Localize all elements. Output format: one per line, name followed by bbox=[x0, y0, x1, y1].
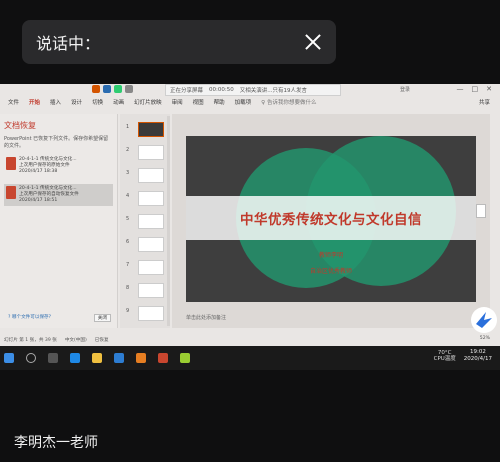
slide-count: 幻灯片 第 1 张，共 39 张 bbox=[4, 338, 57, 343]
shared-screen: 正在分享屏幕 00:00:50 又相关演讲...只有19人发言 登录 — □ ✕… bbox=[0, 84, 500, 370]
slide-subtitle: 自治区优秀教师 bbox=[309, 268, 352, 275]
slide-thumbnail[interactable] bbox=[138, 168, 164, 183]
thumb-number: 1 bbox=[126, 124, 130, 130]
current-slide[interactable]: 中华优秀传统文化与文化自信 教师李明 自治区优秀教师 bbox=[186, 136, 476, 302]
cpu-temp: 70°C CPU温度 bbox=[434, 350, 456, 363]
keyboard-icon[interactable] bbox=[125, 85, 133, 93]
language[interactable]: 中文(中国) bbox=[65, 337, 87, 343]
tab-home[interactable]: 开始 bbox=[29, 98, 40, 106]
tab-animations[interactable]: 动画 bbox=[113, 98, 124, 106]
zoom-level[interactable]: 52% bbox=[480, 336, 490, 341]
tab-review[interactable]: 审阅 bbox=[172, 98, 183, 106]
ppt-titlebar: 正在分享屏幕 00:00:50 又相关演讲...只有19人发言 登录 — □ ✕ bbox=[0, 84, 500, 96]
file-date: 2020/4/17 18:51 bbox=[19, 197, 58, 203]
edge-icon[interactable] bbox=[70, 353, 80, 363]
share-button[interactable]: 共享 bbox=[479, 98, 490, 106]
file-date: 2020/4/17 18:38 bbox=[19, 169, 58, 175]
speaking-label: 说话中： bbox=[36, 34, 101, 53]
temp-label: CPU温度 bbox=[433, 356, 456, 363]
thumb-number: 7 bbox=[126, 262, 130, 268]
slide-thumbnail[interactable] bbox=[138, 214, 164, 229]
recovery-close-button[interactable]: 关闭 bbox=[93, 314, 111, 322]
slide-thumbnails: 1 2 3 4 5 6 7 8 9 bbox=[120, 114, 170, 328]
windows-taskbar: 70°C CPU温度 19:02 2020/4/17 bbox=[0, 346, 500, 370]
file-name: 20-4-1-1 传统文化与文化... bbox=[19, 185, 77, 191]
slide-thumbnail[interactable] bbox=[138, 306, 164, 321]
thumb-number: 6 bbox=[126, 239, 130, 245]
tab-view[interactable]: 视图 bbox=[193, 98, 204, 106]
tab-help[interactable]: 帮助 bbox=[214, 98, 225, 106]
powerpoint-icon[interactable] bbox=[158, 353, 168, 363]
app-icon[interactable] bbox=[136, 353, 146, 363]
recovery-intro: PowerPoint 已恢复下列文件。保存你希望保留的文件。 bbox=[4, 136, 109, 149]
store-icon[interactable] bbox=[114, 353, 124, 363]
status-bar: 幻灯片 第 1 张，共 39 张 中文(中国) 已恢复 52% bbox=[0, 336, 500, 344]
tab-addins[interactable]: 加载项 bbox=[235, 98, 252, 106]
quick-access-toolbar bbox=[92, 85, 133, 93]
pptx-file-icon bbox=[6, 157, 16, 170]
windows-start-icon[interactable] bbox=[4, 353, 14, 363]
thumb-number: 5 bbox=[126, 216, 130, 222]
meeting-app-logo-icon bbox=[471, 307, 497, 333]
thumb-number: 9 bbox=[126, 308, 130, 314]
folder-icon[interactable] bbox=[92, 353, 102, 363]
meeting-strip: 正在分享屏幕 00:00:50 又相关演讲...只有19人发言 bbox=[165, 84, 341, 96]
slide-title: 中华优秀传统文化与文化自信 bbox=[240, 212, 422, 228]
minimize-icon[interactable]: — bbox=[457, 85, 464, 93]
slide-thumbnail[interactable] bbox=[138, 191, 164, 206]
tab-transitions[interactable]: 切换 bbox=[92, 98, 103, 106]
thumb-number: 3 bbox=[126, 170, 130, 176]
tab-slideshow[interactable]: 幻灯片放映 bbox=[134, 98, 162, 106]
slide-thumbnail[interactable] bbox=[138, 237, 164, 252]
thumb-number: 8 bbox=[126, 285, 130, 291]
slide-thumbnail[interactable] bbox=[138, 145, 164, 160]
sharing-status: 正在分享屏幕 bbox=[170, 88, 204, 94]
meeting-timer: 00:00:50 bbox=[209, 87, 234, 93]
tab-design[interactable]: 设计 bbox=[71, 98, 82, 106]
close-icon[interactable] bbox=[304, 33, 322, 51]
task-view-icon[interactable] bbox=[48, 353, 58, 363]
window-controls: — □ ✕ bbox=[457, 85, 493, 93]
wechat-icon[interactable] bbox=[180, 353, 190, 363]
bookmark-icon[interactable] bbox=[476, 204, 486, 218]
tell-me-search[interactable]: ♀ 告诉我你想要做什么 bbox=[261, 98, 316, 106]
which-file-link[interactable]: ? 哪个文件可以保存? bbox=[8, 314, 51, 320]
clock[interactable]: 19:02 2020/4/17 bbox=[464, 349, 492, 363]
slide-editor: 中华优秀传统文化与文化自信 教师李明 自治区优秀教师 单击此处添加备注 bbox=[172, 114, 490, 328]
slide-thumbnail[interactable] bbox=[138, 283, 164, 298]
login-link[interactable]: 登录 bbox=[400, 86, 410, 93]
date: 2020/4/17 bbox=[463, 356, 492, 363]
recovered-status: 已恢复 bbox=[94, 338, 109, 343]
slide-thumbnail[interactable] bbox=[138, 260, 164, 275]
document-recovery-pane: 文档恢复 PowerPoint 已恢复下列文件。保存你希望保留的文件。 20-4… bbox=[0, 114, 118, 328]
input-method-icon[interactable] bbox=[103, 85, 111, 93]
recovery-file[interactable]: 20-4-1-1 传统文化与文化... 上次用户保存的原始文件 2020/4/1… bbox=[4, 155, 113, 178]
speaking-overlay: 说话中： bbox=[22, 20, 336, 64]
thumb-number: 4 bbox=[126, 193, 130, 199]
window-close-icon[interactable]: ✕ bbox=[486, 85, 492, 93]
slide-thumbnail[interactable] bbox=[138, 122, 164, 137]
recovery-title: 文档恢复 bbox=[4, 121, 36, 130]
meeting-status: 又相关演讲...只有19人发言 bbox=[239, 88, 307, 94]
app-logo-icon bbox=[92, 85, 100, 93]
maximize-icon[interactable]: □ bbox=[472, 85, 479, 93]
mic-icon[interactable] bbox=[114, 85, 122, 93]
notes-placeholder[interactable]: 单击此处添加备注 bbox=[186, 314, 226, 321]
thumb-number: 2 bbox=[126, 147, 130, 153]
search-icon[interactable] bbox=[26, 353, 36, 363]
system-tray: 70°C CPU温度 19:02 2020/4/17 bbox=[434, 349, 492, 363]
time: 19:02 bbox=[469, 349, 486, 355]
ribbon-tabs: 文件 开始 插入 设计 切换 动画 幻灯片放映 审阅 视图 帮助 加载项 ♀ 告… bbox=[0, 97, 500, 107]
slide-subtitle: 教师李明 bbox=[318, 252, 343, 259]
recovery-file[interactable]: 20-4-1-1 传统文化与文化... 上次用户保存的自动恢复文件 2020/4… bbox=[4, 183, 113, 207]
thumbnail-scrollbar[interactable] bbox=[167, 116, 170, 326]
tab-file[interactable]: 文件 bbox=[8, 98, 19, 106]
presenter-name: 李明杰一老师 bbox=[14, 435, 98, 451]
pptx-file-icon bbox=[6, 185, 16, 199]
tab-insert[interactable]: 插入 bbox=[50, 98, 61, 106]
